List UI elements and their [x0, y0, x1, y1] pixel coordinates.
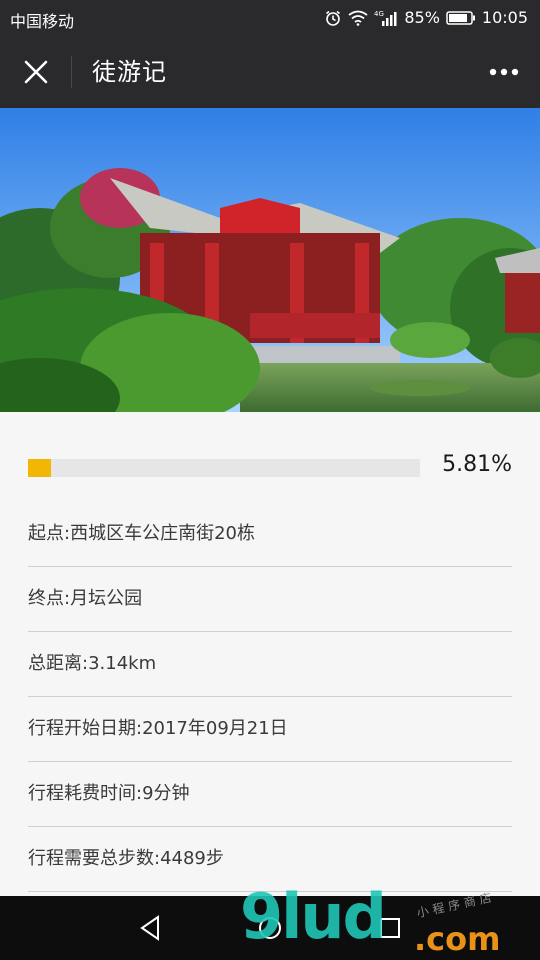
home-circle-icon — [259, 917, 281, 939]
back-button[interactable] — [132, 910, 168, 946]
recent-square-icon — [380, 918, 400, 938]
nav-divider — [71, 56, 72, 88]
nav-bar: 徒游记 — [0, 36, 540, 108]
total-distance: 总距离:3.14km — [28, 632, 512, 697]
wifi-icon — [348, 10, 368, 26]
more-button[interactable] — [488, 60, 520, 84]
end-point: 终点:月坛公园 — [28, 567, 512, 632]
hero-image — [0, 108, 540, 412]
alarm-icon — [324, 9, 342, 27]
clock-time: 10:05 — [481, 8, 528, 27]
battery-percent: 85% — [404, 8, 440, 27]
recents-button[interactable] — [372, 910, 408, 946]
progress-label: 5.81% — [442, 452, 512, 477]
start-point: 起点:西城区车公庄南街20栋 — [28, 502, 512, 567]
close-button[interactable] — [18, 54, 54, 90]
back-triangle-icon — [140, 915, 159, 941]
trip-info-list: 起点:西城区车公庄南街20栋 终点:月坛公园 总距离:3.14km 行程开始日期… — [28, 502, 512, 892]
progress-row: 5.81% — [28, 452, 512, 482]
svg-text:4G: 4G — [374, 10, 384, 18]
trip-panel: 5.81% 起点:西城区车公庄南街20栋 终点:月坛公园 总距离:3.14km … — [0, 412, 540, 896]
elapsed-time: 行程耗费时间:9分钟 — [28, 762, 512, 827]
progress-fill — [28, 459, 51, 477]
close-icon — [24, 60, 48, 84]
carrier-label: 中国移动 — [10, 12, 75, 31]
system-nav-bar — [0, 896, 540, 960]
status-bar: 中国移动 4G 85% 10:05 — [0, 0, 540, 36]
battery-icon — [446, 10, 476, 26]
status-right: 4G 85% 10:05 — [324, 8, 528, 27]
garden-photo — [0, 108, 540, 412]
start-date: 行程开始日期:2017年09月21日 — [28, 697, 512, 762]
total-steps: 行程需要总步数:4489步 — [28, 827, 512, 892]
home-button[interactable] — [252, 910, 288, 946]
page-title: 徒游记 — [92, 58, 167, 86]
signal-icon: 4G — [374, 9, 398, 27]
progress-track — [28, 459, 420, 477]
more-icon — [489, 68, 519, 76]
